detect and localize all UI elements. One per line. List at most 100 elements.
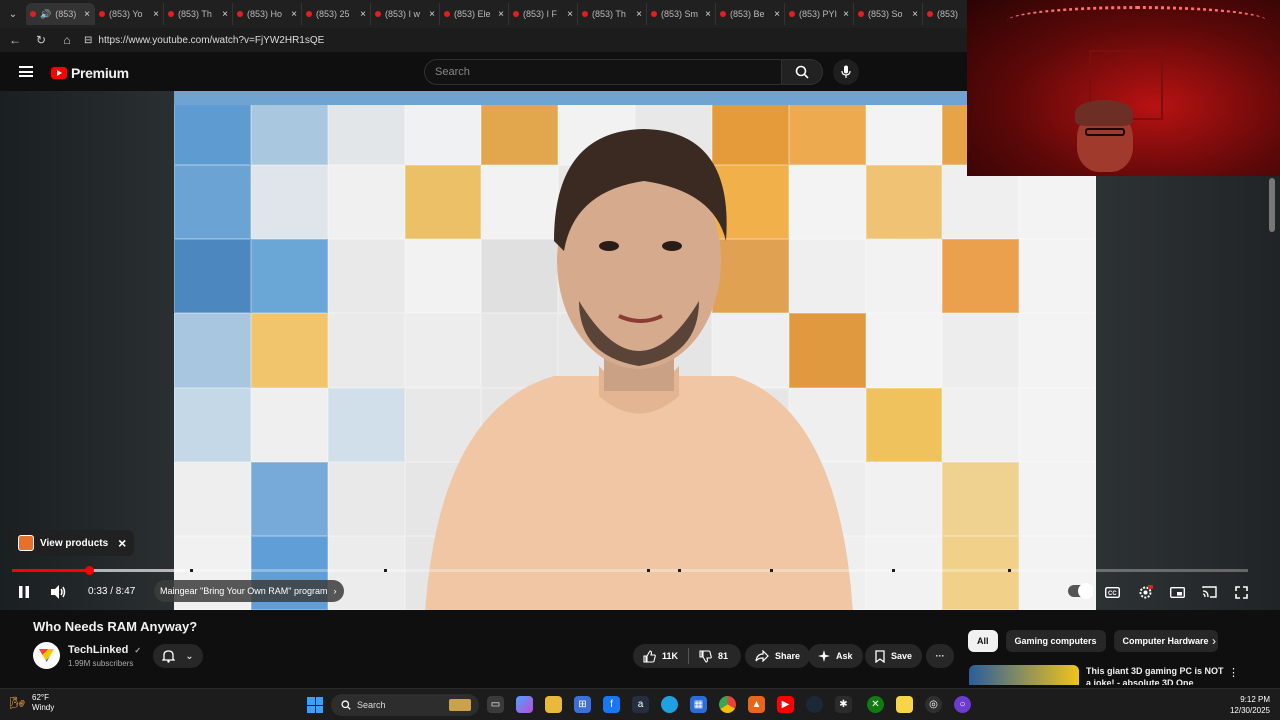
browser-tab[interactable]: 🔊 (853) × (26, 3, 95, 25)
cast-button[interactable] (1199, 582, 1219, 602)
browser-tab[interactable]: (853) PYI × (785, 3, 854, 25)
steam-icon[interactable] (806, 696, 823, 713)
obs-icon[interactable]: ◎ (925, 696, 942, 713)
chevron-right-icon[interactable]: › (1212, 634, 1216, 648)
youtube-logo[interactable]: Premium (51, 65, 129, 81)
like-button[interactable]: 11K (643, 649, 678, 663)
volume-button[interactable] (49, 582, 69, 602)
task-view-icon[interactable]: ▭ (487, 696, 504, 713)
miniplayer-button[interactable] (1167, 582, 1187, 602)
view-products-button[interactable]: View products × (12, 530, 135, 556)
autoplay-toggle[interactable] (1068, 583, 1094, 599)
search-placeholder: Search (435, 66, 470, 78)
browser-tab[interactable]: (853) 25 × (302, 3, 371, 25)
edge-browser-icon[interactable] (661, 696, 678, 713)
amazon-icon[interactable]: a (632, 696, 649, 713)
tab-close-icon[interactable]: × (84, 9, 90, 20)
voice-search-button[interactable] (833, 59, 859, 85)
weather-widget[interactable]: 🌬 62°F Windy (10, 693, 54, 713)
browser-tab[interactable]: (853) Th × (578, 3, 647, 25)
video-frame[interactable] (174, 91, 1096, 610)
tab-close-icon[interactable]: × (153, 9, 159, 20)
chip-computer-hardware[interactable]: Computer Hardware (1113, 630, 1218, 652)
youtube-favicon-icon (651, 11, 657, 17)
scrollbar-thumb[interactable] (1269, 178, 1275, 232)
search-button[interactable] (781, 59, 823, 85)
recommendation-thumbnail[interactable] (969, 665, 1079, 685)
sticky-notes-icon[interactable] (896, 696, 913, 713)
filter-chips: All Gaming computers Computer Hardware (968, 630, 1218, 652)
windows-taskbar: 🌬 62°F Windy Search ▭ ⊞ f a ▦ ▲ ▶ ✱ ✕ ◎ … (0, 688, 1280, 720)
tab-close-icon[interactable]: × (429, 9, 435, 20)
ask-button[interactable]: Ask (808, 644, 863, 668)
save-button[interactable]: Save (865, 644, 923, 668)
xbox-icon[interactable]: ✕ (867, 696, 884, 713)
progress-bar[interactable] (12, 566, 1248, 575)
recommendation-title[interactable]: This giant 3D gaming PC is NOT a joke! -… (1086, 665, 1226, 685)
dislike-button[interactable]: 81 (699, 649, 729, 663)
tab-close-icon[interactable]: × (291, 9, 297, 20)
browser-tab[interactable]: (853) Ho × (233, 3, 302, 25)
gear-icon (1139, 584, 1153, 598)
captions-button[interactable]: CC (1102, 582, 1122, 602)
chip-all[interactable]: All (968, 630, 998, 652)
settings-button[interactable] (1135, 582, 1155, 602)
webcam-overlay (967, 0, 1280, 176)
dislike-count: 81 (718, 651, 729, 661)
tab-close-icon[interactable]: × (636, 9, 642, 20)
browser-tab[interactable]: (853) Th × (164, 3, 233, 25)
chip-gaming-computers[interactable]: Gaming computers (1005, 630, 1106, 652)
channel-avatar[interactable] (33, 642, 60, 669)
tab-close-icon[interactable]: × (360, 9, 366, 20)
browser-tab[interactable]: (853) Yo × (95, 3, 164, 25)
app-circle-icon[interactable]: ○ (954, 696, 971, 713)
file-explorer-icon[interactable] (545, 696, 562, 713)
more-actions-button[interactable]: ··· (926, 644, 954, 668)
tab-list-chevron-icon[interactable]: ⌄ (0, 0, 26, 28)
tab-close-icon[interactable]: × (222, 9, 228, 20)
browser-tab[interactable]: (853) Sm × (647, 3, 716, 25)
notification-bell-button[interactable]: ⌄ (153, 644, 203, 668)
browser-tab[interactable]: (853) So × (854, 3, 923, 25)
youtube-app-icon[interactable]: ▶ (777, 696, 794, 713)
audio-icon[interactable]: 🔊 (40, 9, 51, 20)
tab-close-icon[interactable]: × (567, 9, 573, 20)
menu-icon[interactable] (19, 66, 33, 77)
vlc-icon[interactable]: ▲ (748, 696, 765, 713)
page-scrollbar[interactable] (1268, 176, 1276, 684)
tab-close-icon[interactable]: × (774, 9, 780, 20)
system-clock[interactable]: 9:12 PM 12/30/2025 (1222, 694, 1270, 716)
microsoft-store-icon[interactable]: ⊞ (574, 696, 591, 713)
browser-tab[interactable]: (853) Be × (716, 3, 785, 25)
facebook-icon[interactable]: f (603, 696, 620, 713)
copilot-icon[interactable] (516, 696, 533, 713)
app-gear-icon[interactable]: ✱ (835, 696, 852, 713)
search-input[interactable]: Search (424, 59, 782, 85)
tab-close-icon[interactable]: × (912, 9, 918, 20)
close-icon[interactable]: × (118, 535, 126, 551)
site-info-icon[interactable]: ⊟ (84, 35, 92, 46)
taskbar-search[interactable]: Search (331, 694, 479, 716)
more-vertical-icon[interactable]: ⋮ (1228, 666, 1239, 679)
browser-tab[interactable]: (853) Ele × (440, 3, 509, 25)
pause-button[interactable] (14, 582, 34, 602)
browser-tab[interactable]: (853) I w × (371, 3, 440, 25)
url-field[interactable]: ⊟ https://www.youtube.com/watch?v=FjYW2H… (84, 35, 324, 46)
browser-tab[interactable]: (853) I F × (509, 3, 578, 25)
windows-start-icon[interactable] (307, 697, 323, 713)
fullscreen-button[interactable] (1231, 582, 1251, 602)
calculator-icon[interactable]: ▦ (690, 696, 707, 713)
chrome-icon[interactable] (719, 696, 736, 713)
tab-close-icon[interactable]: × (498, 9, 504, 20)
video-title: Who Needs RAM Anyway? (33, 619, 198, 634)
tab-close-icon[interactable]: × (843, 9, 849, 20)
tab-close-icon[interactable]: × (705, 9, 711, 20)
reload-icon[interactable]: ↻ (32, 31, 50, 49)
share-button[interactable]: Share (745, 644, 811, 668)
weather-condition: Windy (32, 703, 55, 712)
home-icon[interactable]: ⌂ (58, 31, 76, 49)
chapter-marker (190, 569, 193, 572)
back-arrow-icon[interactable]: ← (6, 31, 24, 49)
chapter-title-button[interactable]: Maingear "Bring Your Own RAM" program › (154, 580, 345, 602)
channel-name[interactable]: TechLinked ✓ (68, 644, 141, 656)
